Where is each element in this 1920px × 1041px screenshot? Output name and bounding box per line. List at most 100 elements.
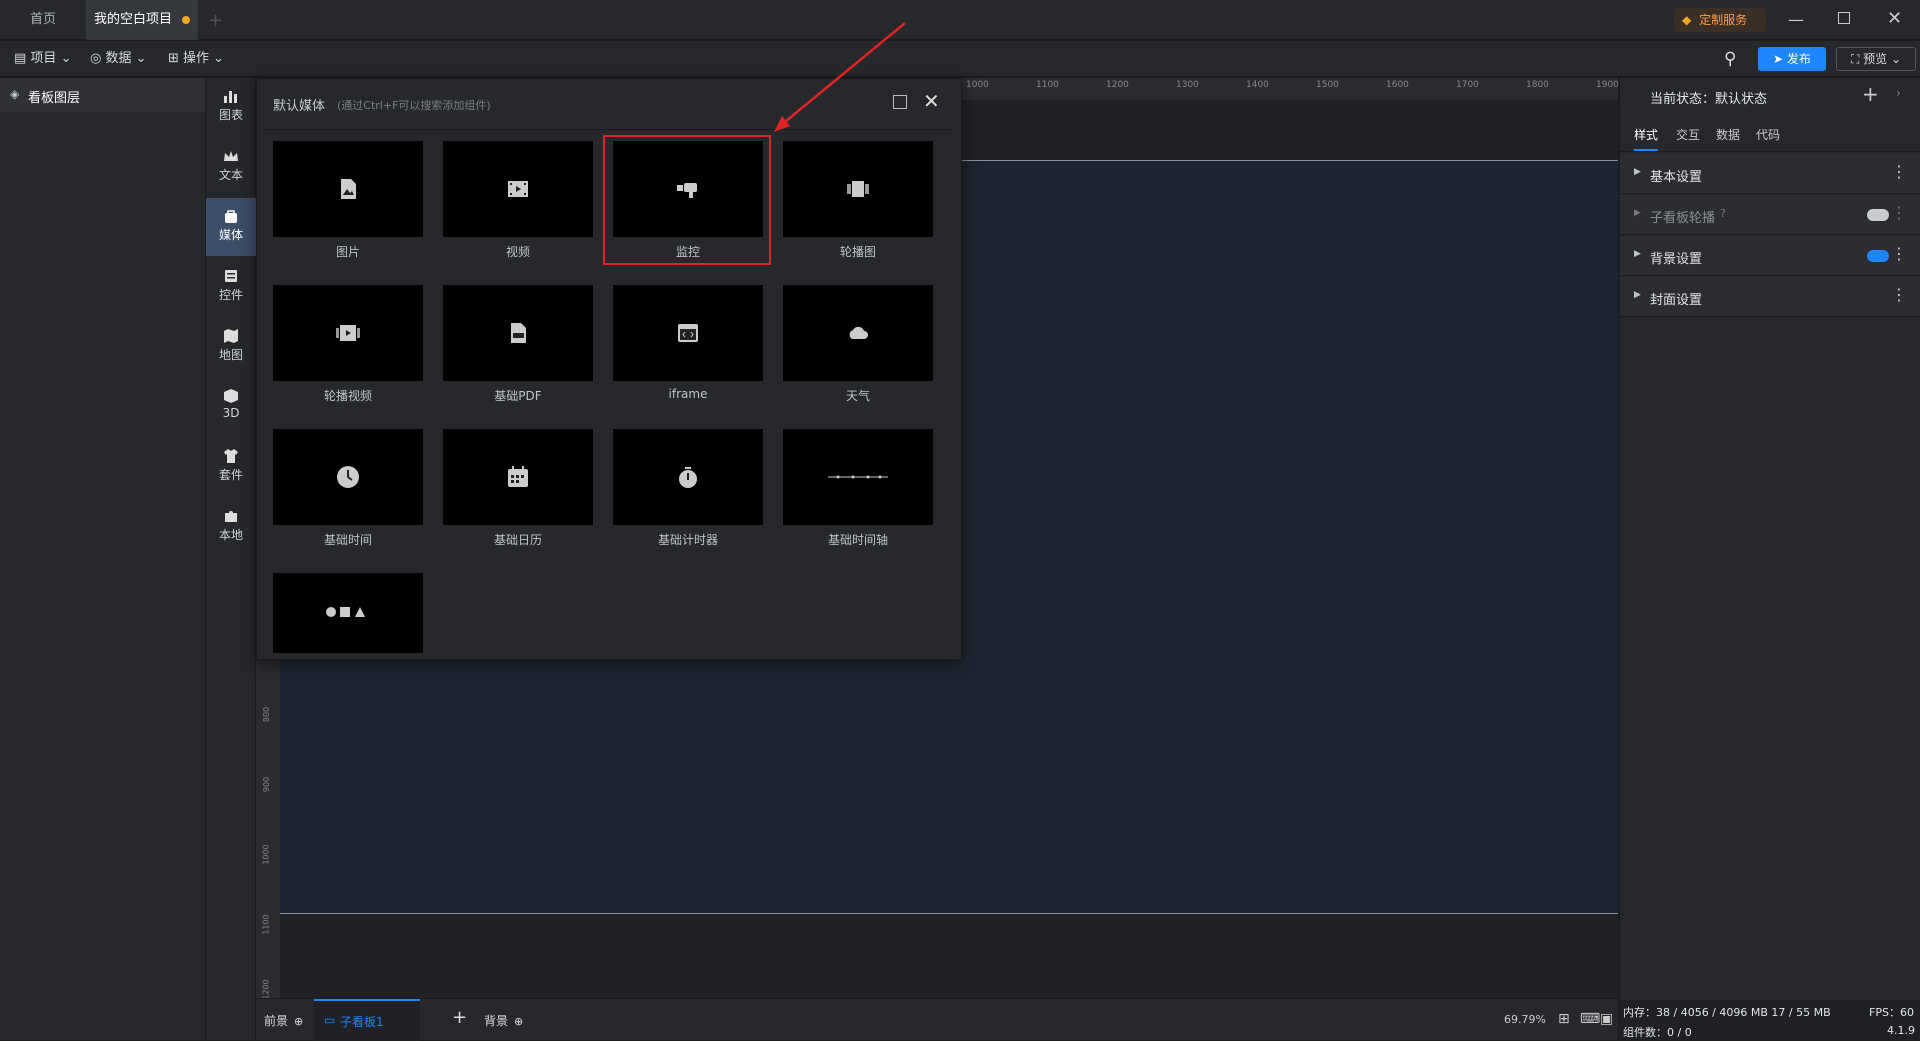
section-sub-board-carousel[interactable]: ▶ 子看板轮播? ⋮	[1620, 195, 1920, 235]
layer-panel-header[interactable]: ◈ 看板图层	[0, 78, 205, 112]
tab-style[interactable]: 样式	[1634, 126, 1659, 151]
category-3d[interactable]: 3D	[206, 378, 256, 436]
close-window-icon[interactable]: ✕	[1887, 8, 1902, 29]
popup-title: 默认媒体	[273, 99, 326, 114]
category-media[interactable]: 媒体	[206, 198, 256, 256]
tab-home[interactable]: 首页	[0, 0, 86, 40]
add-board-icon[interactable]: +	[452, 1007, 467, 1028]
media-item-pdf[interactable]	[443, 285, 593, 381]
fit-screen-icon[interactable]: ⊞	[1558, 1011, 1570, 1027]
section-cover-settings[interactable]: ▶ 封面设置 ⋮	[1620, 277, 1920, 317]
media-item-carousel[interactable]	[783, 141, 933, 237]
media-item-shapes[interactable]	[273, 573, 423, 653]
category-text[interactable]: 文本	[206, 138, 256, 196]
media-item-time[interactable]	[273, 429, 423, 525]
document-icon: ▤	[14, 51, 31, 66]
unsaved-dot-icon	[182, 15, 190, 24]
preview-button[interactable]: ⛶ 预览 ⌄	[1836, 47, 1916, 71]
ruler-top-label: 1100	[1036, 80, 1059, 90]
media-item-timer[interactable]	[613, 429, 763, 525]
media-item-label: 基础日历	[493, 533, 542, 547]
clock-icon	[337, 466, 359, 488]
cloud-icon	[849, 326, 868, 339]
media-item-image[interactable]	[273, 141, 423, 237]
memory-status: 内存：38 / 4056 / 4096 MB 17 / 55 MB	[1623, 1006, 1831, 1019]
media-item-video[interactable]	[443, 141, 593, 237]
bar-chart-icon	[224, 91, 237, 103]
fps-status: FPS：60	[1869, 1006, 1914, 1019]
shirt-icon	[224, 449, 238, 463]
project-menu-label: 项目	[30, 51, 57, 66]
puzzle-icon	[225, 511, 237, 522]
crown-icon	[224, 151, 238, 161]
media-item-label: 基础时间	[323, 533, 372, 547]
media-item-label: 天气	[845, 389, 870, 403]
toolbar: ▤ 项目 ⌄ ◎ 数据 ⌄ ⊞ 操作 ⌄ ⚲ ➤ 发布 ⛶ 预览 ⌄	[0, 41, 1920, 77]
ruler-left-label: 900	[262, 776, 272, 793]
operate-menu[interactable]: ⊞ 操作 ⌄	[168, 41, 224, 77]
minimize-icon[interactable]: —	[1788, 10, 1804, 29]
category-map[interactable]: 地图	[206, 318, 256, 376]
keyboard-icon[interactable]: ⌨	[1580, 1011, 1600, 1027]
category-local[interactable]: 本地	[206, 498, 256, 556]
more-icon[interactable]: ⋮	[1891, 205, 1907, 221]
zoom-level[interactable]: 69.79%	[1504, 1013, 1546, 1026]
section-background-settings[interactable]: ▶ 背景设置 ⋮	[1620, 236, 1920, 276]
carousel-toggle[interactable]	[1867, 209, 1889, 221]
bottom-bar: 前景 ⊕ ▭ 子看板1 + 背景 ⊕ 69.79% ⊞ ⌨ ▣	[256, 998, 1618, 1041]
expand-triangle-icon: ▶	[1634, 167, 1641, 177]
background-tab[interactable]: 背景 ⊕	[484, 1012, 523, 1029]
more-icon[interactable]: ⋮	[1891, 246, 1907, 262]
foreground-tab[interactable]: 前景 ⊕	[264, 1012, 303, 1029]
project-menu[interactable]: ▤ 项目 ⌄	[14, 41, 71, 77]
sub-board-tab[interactable]: ▭ 子看板1	[314, 999, 420, 1041]
category-chart-label: 图表	[218, 108, 243, 122]
tab-project[interactable]: 我的空白项目	[86, 0, 198, 40]
tab-data[interactable]: 数据	[1716, 126, 1740, 143]
more-icon[interactable]: ⋮	[1891, 164, 1907, 180]
custom-service-button[interactable]: ◆ 定制服务	[1674, 8, 1766, 32]
publish-button[interactable]: ➤ 发布	[1758, 47, 1826, 71]
tab-interaction[interactable]: 交互	[1676, 126, 1700, 143]
database-icon: ◎	[90, 51, 106, 66]
media-item-label: 基础PDF	[494, 389, 542, 403]
ruler-left-label: 800	[262, 706, 272, 723]
property-tabs: 样式 交互 数据 代码	[1620, 118, 1920, 152]
image-icon	[341, 179, 356, 199]
version-label: 4.1.9	[1887, 1024, 1915, 1037]
category-control[interactable]: 控件	[206, 258, 256, 316]
category-media-label: 媒体	[218, 228, 243, 242]
category-chart[interactable]: 图表	[206, 78, 256, 136]
media-item-label: 视频	[505, 245, 530, 259]
media-item-video-carousel[interactable]	[273, 285, 423, 381]
media-item-calendar[interactable]	[443, 429, 593, 525]
section-label: 背景设置	[1650, 252, 1703, 267]
media-item-iframe[interactable]	[613, 285, 763, 381]
media-item-label: 轮播图	[839, 245, 876, 259]
more-icon[interactable]: ⋮	[1891, 287, 1907, 303]
data-menu[interactable]: ◎ 数据 ⌄	[90, 41, 147, 77]
media-item-timeline[interactable]	[783, 429, 933, 525]
search-icon[interactable]: ⚲	[1724, 49, 1736, 69]
help-icon: ?	[1720, 207, 1726, 220]
category-suite[interactable]: 套件	[206, 438, 256, 496]
add-state-icon[interactable]: +	[1862, 82, 1879, 106]
section-label: 子看板轮播	[1650, 211, 1716, 226]
ruler-left-label: 1100	[261, 914, 271, 935]
section-basic-settings[interactable]: ▶ 基本设置 ⋮	[1620, 154, 1920, 194]
close-popup-icon[interactable]: ✕	[923, 89, 940, 113]
category-local-label: 本地	[218, 528, 243, 542]
foreground-label: 前景	[264, 1014, 289, 1028]
restore-icon[interactable]	[1838, 12, 1850, 24]
media-item-label: 基础时间轴	[827, 533, 888, 547]
background-toggle[interactable]	[1867, 250, 1889, 262]
tab-code[interactable]: 代码	[1756, 126, 1780, 143]
new-tab-icon[interactable]: +	[208, 10, 223, 31]
category-suite-label: 套件	[218, 468, 243, 482]
video-icon	[508, 181, 528, 197]
media-item-weather[interactable]	[783, 285, 933, 381]
terminal-icon[interactable]: ▣	[1600, 1011, 1613, 1027]
background-label: 背景	[484, 1014, 509, 1028]
chevron-right-icon[interactable]: ›	[1896, 86, 1901, 100]
media-item-label: iframe	[668, 387, 708, 401]
